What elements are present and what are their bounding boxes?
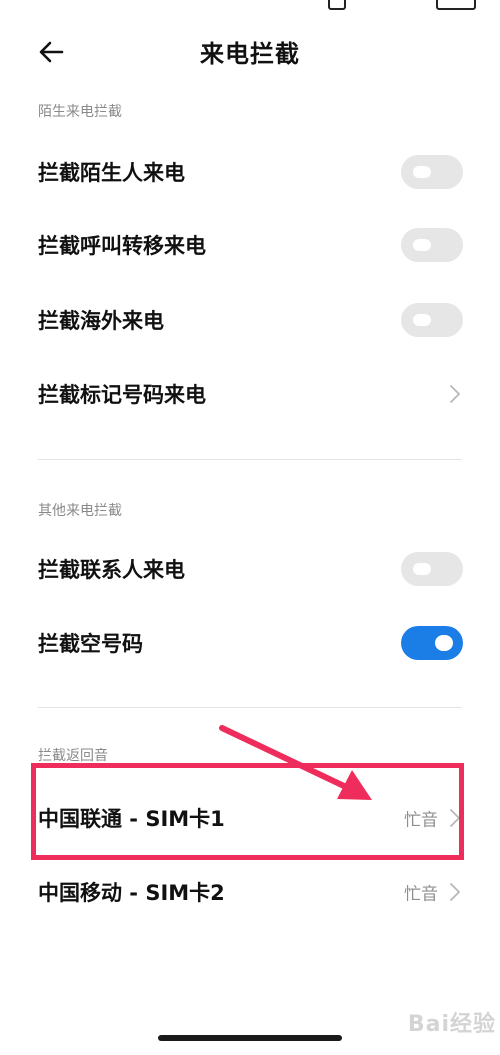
row-block-stranger[interactable]: 拦截陌生人来电 bbox=[0, 142, 500, 202]
toggle-knob bbox=[435, 635, 453, 651]
row-label: 拦截陌生人来电 bbox=[38, 161, 185, 185]
toggle-knob bbox=[413, 239, 431, 251]
divider bbox=[38, 707, 462, 708]
chevron-right-icon bbox=[450, 385, 460, 403]
signal-icon bbox=[328, 0, 346, 10]
section-title-other: 其他来电拦截 bbox=[38, 503, 122, 519]
section-title-return-tone: 拦截返回音 bbox=[38, 748, 108, 764]
row-label: 拦截海外来电 bbox=[38, 309, 164, 333]
watermark-logo: Bai经验 bbox=[407, 1012, 496, 1037]
row-label: 中国移动 - SIM卡2 bbox=[38, 881, 225, 905]
battery-icon bbox=[436, 0, 476, 10]
toggle-knob bbox=[413, 314, 431, 326]
row-sim2-return-tone[interactable]: 中国移动 - SIM卡2 忙音 bbox=[0, 862, 500, 922]
toggle-knob bbox=[413, 166, 431, 178]
divider bbox=[38, 459, 462, 460]
row-label: 拦截标记号码来电 bbox=[38, 383, 206, 407]
row-sim1-return-tone[interactable]: 中国联通 - SIM卡1 忙音 bbox=[0, 788, 500, 848]
row-value: 忙音 bbox=[404, 884, 438, 905]
block-stranger-toggle[interactable] bbox=[401, 155, 463, 189]
row-block-forwarded[interactable]: 拦截呼叫转移来电 bbox=[0, 215, 500, 275]
row-label: 拦截联系人来电 bbox=[38, 558, 185, 582]
page-title: 来电拦截 bbox=[200, 40, 300, 68]
row-block-overseas[interactable]: 拦截海外来电 bbox=[0, 290, 500, 350]
block-overseas-toggle[interactable] bbox=[401, 303, 463, 337]
row-block-empty-number[interactable]: 拦截空号码 bbox=[0, 613, 500, 673]
row-block-contacts[interactable]: 拦截联系人来电 bbox=[0, 539, 500, 599]
header: 来电拦截 bbox=[0, 20, 500, 84]
block-forwarded-toggle[interactable] bbox=[401, 228, 463, 262]
row-block-marked[interactable]: 拦截标记号码来电 bbox=[0, 364, 500, 424]
home-indicator[interactable] bbox=[158, 1035, 342, 1041]
section-title-stranger: 陌生来电拦截 bbox=[38, 104, 122, 120]
row-label: 拦截空号码 bbox=[38, 632, 143, 656]
block-empty-number-toggle[interactable] bbox=[401, 626, 463, 660]
row-label: 拦截呼叫转移来电 bbox=[38, 234, 206, 258]
row-label: 中国联通 - SIM卡1 bbox=[38, 807, 225, 831]
chevron-right-icon bbox=[450, 883, 460, 901]
chevron-right-icon bbox=[450, 809, 460, 827]
block-contacts-toggle[interactable] bbox=[401, 552, 463, 586]
toggle-knob bbox=[413, 563, 431, 575]
status-bar bbox=[0, 0, 500, 14]
row-value: 忙音 bbox=[404, 810, 438, 831]
